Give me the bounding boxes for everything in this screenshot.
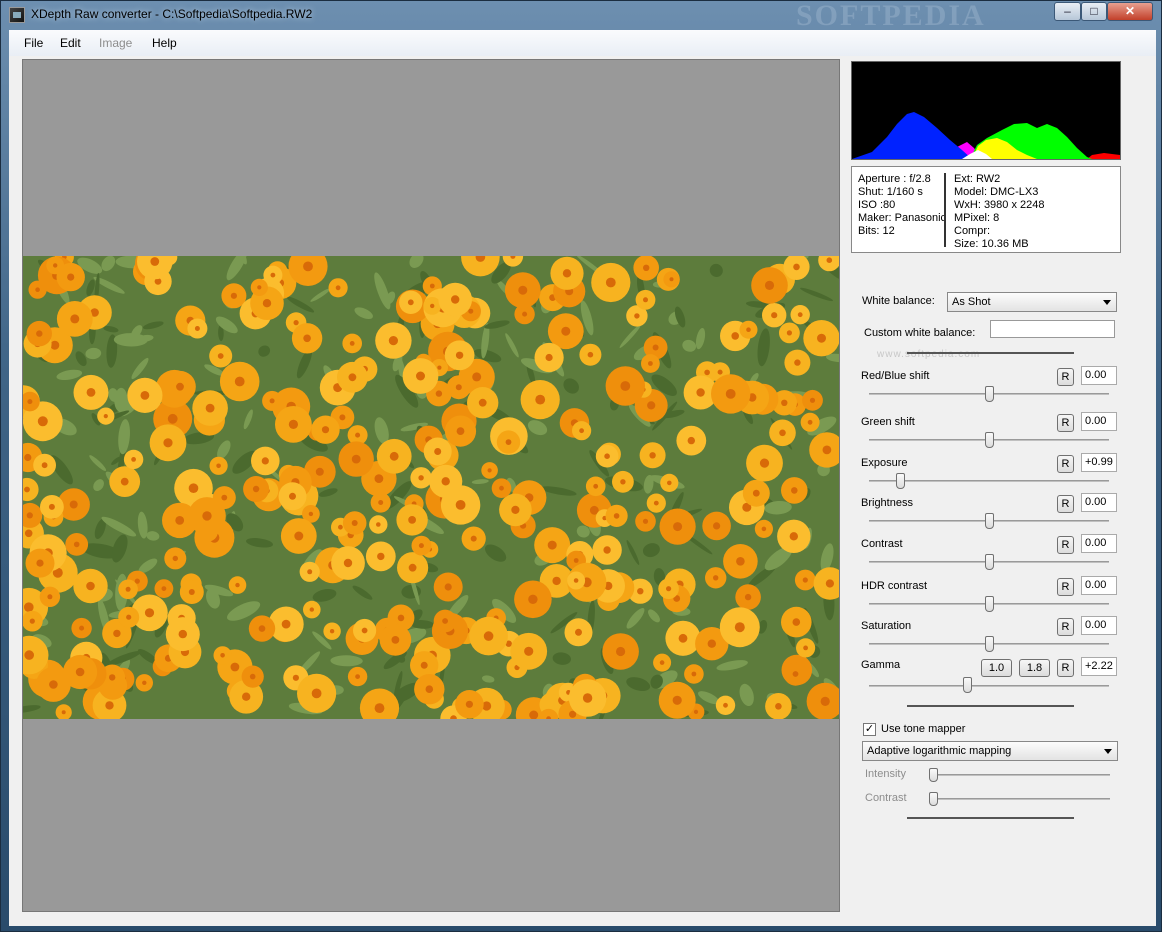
hdr-contrast-value[interactable]: 0.00	[1081, 576, 1117, 595]
image-viewer[interactable]	[22, 59, 840, 912]
separator	[907, 352, 1074, 354]
brightness-reset-button[interactable]: R	[1057, 495, 1074, 513]
tone-mapper-label: Use tone mapper	[881, 723, 966, 735]
gamma-slider-thumb[interactable]	[963, 677, 972, 693]
maker-info: Maker: Panasonic	[858, 212, 947, 224]
app-window: XDepth Raw converter - C:\Softpedia\Soft…	[0, 0, 1162, 932]
brightness-value[interactable]: 0.00	[1081, 493, 1117, 512]
bits-info: Bits: 12	[858, 225, 895, 237]
intensity-slider-track[interactable]	[933, 774, 1110, 776]
size-info: Size: 10.36 MB	[954, 238, 1029, 250]
aperture-info: Aperture : f/2.8	[858, 173, 931, 185]
contrast-slider-thumb[interactable]	[985, 554, 994, 570]
histogram-red-channel	[1087, 153, 1120, 159]
gamma-reset-button[interactable]: R	[1057, 659, 1074, 677]
brightness-slider-thumb[interactable]	[985, 513, 994, 529]
green-slider-thumb[interactable]	[985, 432, 994, 448]
image-info: Aperture : f/2.8 Shut: 1/160 s ISO :80 M…	[851, 166, 1121, 253]
contrast-label: Contrast	[861, 538, 903, 550]
gamma-label: Gamma	[861, 659, 901, 671]
minimize-button[interactable]: –	[1054, 2, 1081, 21]
contrast-reset-button[interactable]: R	[1057, 536, 1074, 554]
shutter-info: Shut: 1/160 s	[858, 186, 923, 198]
exposure-value[interactable]: +0.99	[1081, 453, 1117, 472]
gamma-slider-track[interactable]	[869, 685, 1109, 687]
saturation-value[interactable]: 0.00	[1081, 616, 1117, 635]
saturation-reset-button[interactable]: R	[1057, 618, 1074, 636]
custom-white-balance-field[interactable]	[990, 320, 1115, 338]
info-divider	[944, 173, 946, 247]
model-info: Model: DMC-LX3	[954, 186, 1039, 198]
brightness-label: Brightness	[861, 497, 913, 509]
tone-mapping-method-value: Adaptive logarithmic mapping	[867, 745, 1012, 757]
histogram-graph	[852, 112, 1120, 159]
compression-info: Compr:	[954, 225, 991, 237]
custom-white-balance-label: Custom white balance:	[864, 327, 976, 339]
client-area: File Edit Image Help Aperture: f/2.8 Sh…	[9, 30, 1156, 926]
info-left-column: Aperture : f/2.8 Shut: 1/160 s ISO :80 M…	[858, 173, 946, 238]
hdr-contrast-reset-button[interactable]: R	[1057, 578, 1074, 596]
info-right-column: Ext: RW2 Model: DMC-LX3 WxH: 3980 x 2248…	[954, 173, 1045, 251]
app-icon[interactable]	[9, 7, 25, 23]
menu-file[interactable]: File	[24, 36, 43, 50]
green-value[interactable]: 0.00	[1081, 412, 1117, 431]
white-balance-select[interactable]: As Shot	[947, 292, 1117, 312]
saturation-slider-thumb[interactable]	[985, 636, 994, 652]
menu-image[interactable]: Image	[99, 36, 132, 50]
ext-info: Ext: RW2	[954, 173, 1001, 185]
red-blue-label: Red/Blue shift	[861, 370, 930, 382]
tone-mapper-checkbox[interactable]: ✓	[863, 723, 876, 736]
red-blue-value[interactable]: 0.00	[1081, 366, 1117, 385]
histogram-blue-channel	[852, 112, 972, 159]
hdr-contrast-slider-thumb[interactable]	[985, 596, 994, 612]
megapixel-info: MPixel: 8	[954, 212, 1000, 224]
menu-help[interactable]: Help	[152, 36, 177, 50]
exposure-slider-thumb[interactable]	[896, 473, 905, 489]
intensity-slider-thumb[interactable]	[929, 768, 938, 782]
title-bar[interactable]: XDepth Raw converter - C:\Softpedia\Soft…	[1, 0, 1161, 32]
exposure-slider-track[interactable]	[869, 480, 1109, 482]
exposure-reset-button[interactable]: R	[1057, 455, 1074, 473]
green-label: Green shift	[861, 416, 915, 428]
softpedia-watermark: SOFTPEDIA	[796, 0, 986, 32]
tone-mapping-method-select[interactable]: Adaptive logarithmic mapping	[862, 741, 1118, 761]
flower-image	[23, 256, 839, 719]
intensity-label: Intensity	[865, 768, 906, 780]
menu-bar: File Edit Image Help	[9, 30, 1156, 56]
close-button[interactable]: ✕	[1107, 2, 1153, 21]
menu-edit[interactable]: Edit	[60, 36, 81, 50]
red-blue-reset-button[interactable]: R	[1057, 368, 1074, 386]
gamma-preset-1-button[interactable]: 1.0	[981, 659, 1012, 677]
exposure-label: Exposure	[861, 457, 908, 469]
separator	[907, 705, 1074, 707]
tone-contrast-label: Contrast	[865, 792, 907, 804]
saturation-label: Saturation	[861, 620, 912, 632]
window-title: XDepth Raw converter - C:\Softpedia\Soft…	[31, 7, 313, 21]
separator	[907, 817, 1074, 819]
gamma-value[interactable]: +2.22	[1081, 657, 1117, 676]
green-reset-button[interactable]: R	[1057, 414, 1074, 432]
dropdown-arrow-icon	[1103, 300, 1111, 305]
red-blue-slider-thumb[interactable]	[985, 386, 994, 402]
white-balance-label: White balance:	[862, 295, 935, 307]
softpedia-url-watermark: www.softpedia.com	[877, 349, 981, 360]
histogram	[851, 61, 1121, 160]
white-balance-value: As Shot	[952, 296, 991, 308]
gamma-preset-2-button[interactable]: 1.8	[1019, 659, 1050, 677]
iso-info: ISO :80	[858, 199, 896, 211]
dropdown-arrow-icon	[1104, 749, 1112, 754]
hdr-contrast-label: HDR contrast	[861, 580, 928, 592]
dimensions-info: WxH: 3980 x 2248	[954, 199, 1045, 211]
maximize-button[interactable]: □	[1081, 2, 1107, 21]
tone-contrast-slider-track[interactable]	[933, 798, 1110, 800]
preview-photo	[23, 256, 839, 719]
adjustment-panel: Aperture : f/2.8 Shut: 1/160 s ISO :80 M…	[847, 59, 1152, 919]
contrast-value[interactable]: 0.00	[1081, 534, 1117, 553]
tone-contrast-slider-thumb[interactable]	[929, 792, 938, 806]
